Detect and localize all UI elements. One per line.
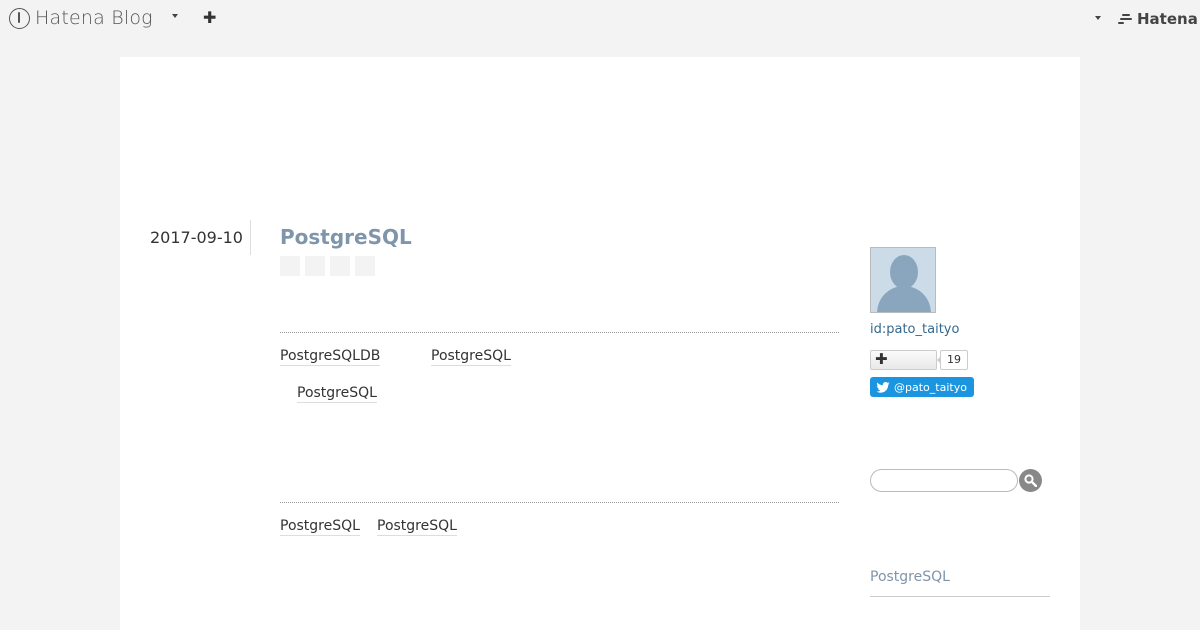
user-menu-caret-icon[interactable] xyxy=(1095,16,1101,20)
global-header: Hatena Blog ✚ Hatena xyxy=(0,0,1200,38)
hatena-blog-logo-text: Hatena Blog xyxy=(35,7,153,29)
entry-divider xyxy=(280,332,839,333)
blog-menu-caret-icon[interactable] xyxy=(172,14,178,18)
twitter-bird-icon xyxy=(876,381,890,393)
share-button-3[interactable] xyxy=(330,256,350,276)
entry-footer-divider xyxy=(280,502,839,503)
subscriber-count: 19 xyxy=(937,350,968,370)
subscribe-button[interactable]: ✚ xyxy=(870,350,937,370)
search-input[interactable] xyxy=(870,469,1018,492)
share-button-2[interactable] xyxy=(305,256,325,276)
new-entry-plus-icon[interactable]: ✚ xyxy=(203,8,216,27)
avatar-body xyxy=(877,286,931,312)
hatena-blog-pen-icon xyxy=(9,7,30,29)
keyword-link[interactable]: PostgreSQL xyxy=(297,385,377,403)
date-divider xyxy=(250,220,251,255)
author-id-link[interactable]: id:pato_taityo xyxy=(870,322,959,337)
search-icon xyxy=(1024,474,1037,487)
sidebar-divider xyxy=(870,596,1050,597)
keyword-link[interactable]: PostgreSQL xyxy=(431,348,511,366)
author-avatar[interactable] xyxy=(870,247,936,313)
twitter-handle: @pato_taityo xyxy=(894,380,967,394)
entry-date[interactable]: 2017-09-10 xyxy=(150,228,243,247)
entry-footer-link[interactable]: PostgreSQL xyxy=(377,518,457,536)
hatena-logo-text: Hatena xyxy=(1137,10,1198,28)
share-button-4[interactable] xyxy=(355,256,375,276)
blog-container xyxy=(120,57,1080,630)
keyword-link[interactable]: PostgreSQLDB xyxy=(280,348,381,366)
subscribe-plus-icon: ✚ xyxy=(875,350,888,368)
entry-footer-link[interactable]: PostgreSQL xyxy=(280,518,360,536)
twitter-follow-button[interactable]: @pato_taityo xyxy=(870,377,974,397)
sidebar-category-title[interactable]: PostgreSQL xyxy=(870,569,950,585)
hatena-wave-icon xyxy=(1118,13,1134,25)
hatena-blog-logo[interactable]: Hatena Blog xyxy=(9,7,153,29)
share-button-1[interactable] xyxy=(280,256,300,276)
search-button[interactable] xyxy=(1019,469,1042,492)
avatar-head xyxy=(890,255,918,289)
hatena-logo[interactable]: Hatena xyxy=(1118,10,1198,28)
entry-title[interactable]: PostgreSQL xyxy=(280,225,412,249)
